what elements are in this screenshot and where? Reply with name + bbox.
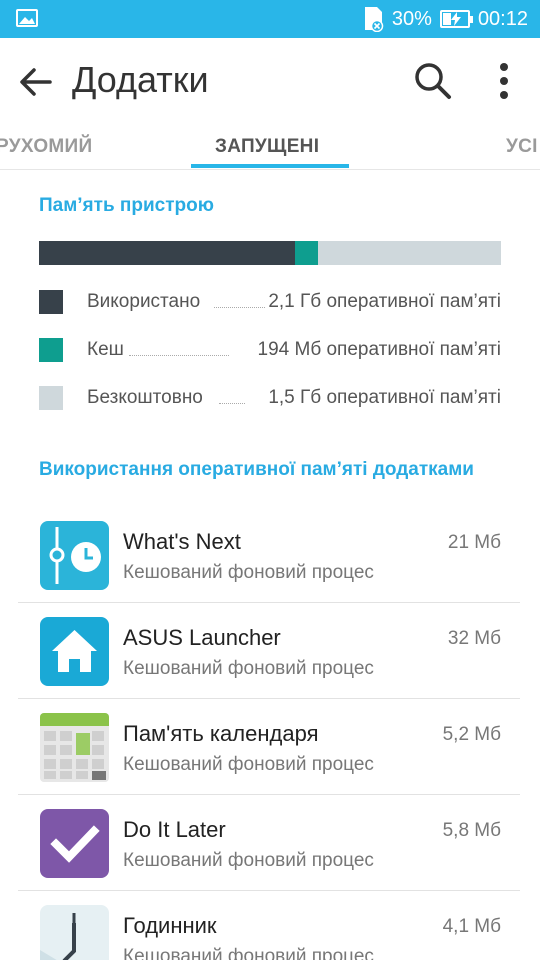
home-icon bbox=[40, 617, 109, 686]
device-memory-title: Пам’ять пристрою bbox=[39, 195, 214, 216]
battery-charging-icon bbox=[439, 10, 473, 28]
sim-card-icon bbox=[364, 7, 384, 32]
app-name: Годинник bbox=[123, 913, 217, 938]
cache-swatch bbox=[39, 338, 63, 362]
app-row-calendar-storage[interactable]: Пам'ять календаря Кешований фоновий проц… bbox=[18, 699, 520, 795]
app-status: Кешований фоновий процес bbox=[123, 658, 374, 679]
page-title: Додатки bbox=[72, 59, 209, 100]
app-size: 4,1 Мб bbox=[442, 916, 501, 937]
app-status: Кешований фоновий процес bbox=[123, 562, 374, 583]
image-notification-icon bbox=[16, 9, 38, 27]
used-swatch bbox=[39, 290, 63, 314]
legend-value: 2,1 Гб оперативної пам’яті bbox=[266, 291, 501, 313]
search-icon[interactable] bbox=[410, 58, 456, 104]
whats-next-icon bbox=[40, 521, 109, 590]
app-bar: Додатки bbox=[0, 38, 540, 124]
status-bar: 30% 00:12 bbox=[0, 0, 540, 38]
app-size: 5,2 Мб bbox=[442, 724, 501, 745]
tab-all[interactable]: УСІ bbox=[506, 136, 538, 158]
app-size: 32 Мб bbox=[447, 628, 501, 649]
app-status: Кешований фоновий процес bbox=[123, 850, 374, 871]
clock-icon bbox=[40, 905, 109, 960]
legend-label: Безкоштовно bbox=[87, 387, 205, 409]
app-name: Пам'ять календаря bbox=[123, 721, 319, 746]
app-name: ASUS Launcher bbox=[123, 625, 281, 650]
app-row-whats-next[interactable]: What's Next Кешований фоновий процес 21 … bbox=[18, 507, 520, 603]
legend-value: 1,5 Гб оперативної пам’яті bbox=[266, 387, 501, 409]
memory-cache-segment bbox=[295, 241, 318, 265]
legend-used: Використано 2,1 Гб оперативної пам’яті bbox=[39, 290, 501, 316]
clock-time: 00:12 bbox=[477, 7, 528, 30]
app-status: Кешований фоновий процес bbox=[123, 754, 374, 775]
legend-label: Використано bbox=[87, 291, 203, 313]
memory-used-segment bbox=[39, 241, 296, 265]
tab-bar: РУХОМИЙ ЗАПУЩЕНІ УСІ bbox=[0, 124, 540, 170]
tab-indicator bbox=[191, 164, 349, 168]
legend-cache: Кеш 194 Мб оперативної пам’яті bbox=[39, 338, 501, 364]
tab-running[interactable]: ЗАПУЩЕНІ bbox=[215, 136, 319, 158]
battery-percent: 30% bbox=[391, 7, 432, 30]
app-row-asus-launcher[interactable]: ASUS Launcher Кешований фоновий процес 3… bbox=[18, 603, 520, 699]
back-arrow-icon[interactable] bbox=[14, 60, 58, 104]
app-name: What's Next bbox=[123, 529, 241, 554]
app-name: Do It Later bbox=[123, 817, 226, 842]
app-size: 21 Мб bbox=[447, 532, 501, 553]
legend-label: Кеш bbox=[87, 339, 126, 361]
memory-usage-bar bbox=[39, 241, 501, 265]
more-vert-icon[interactable] bbox=[486, 58, 522, 104]
app-row-clock[interactable]: Годинник Кешований фоновий процес 4,1 Мб bbox=[18, 891, 520, 960]
legend-value: 194 Мб оперативної пам’яті bbox=[255, 339, 501, 361]
tab-movable[interactable]: РУХОМИЙ bbox=[0, 136, 92, 158]
checkmark-icon bbox=[40, 809, 109, 878]
app-size: 5,8 Мб bbox=[442, 820, 501, 841]
apps-memory-title: Використання оперативної пам’яті додатка… bbox=[39, 459, 474, 480]
legend-free: Безкоштовно 1,5 Гб оперативної пам’яті bbox=[39, 386, 501, 412]
calendar-storage-icon bbox=[40, 713, 109, 782]
app-row-do-it-later[interactable]: Do It Later Кешований фоновий процес 5,8… bbox=[18, 795, 520, 891]
free-swatch bbox=[39, 386, 63, 410]
app-status: Кешований фоновий процес bbox=[123, 946, 374, 960]
